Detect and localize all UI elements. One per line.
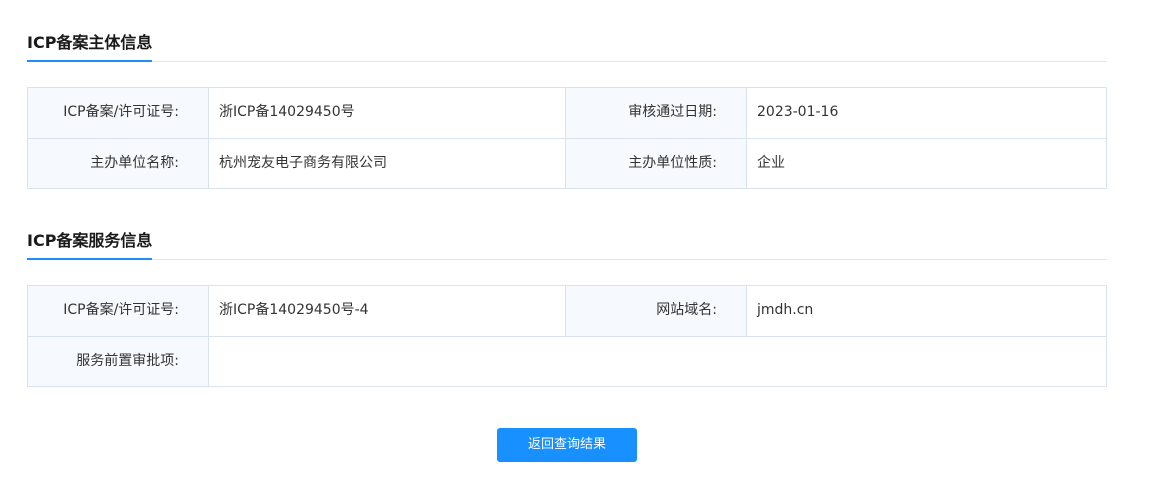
service-info-table: ICP备案/许可证号: 浙ICP备14029450号-4 网站域名: jmdh.… [27, 285, 1107, 387]
license-number-label: ICP备案/许可证号: [28, 88, 209, 138]
table-row: 主办单位名称: 杭州宠友电子商务有限公司 主办单位性质: 企业 [28, 138, 1106, 188]
approval-date-label: 审核通过日期: [566, 88, 747, 138]
service-section: ICP备案服务信息 [27, 225, 1107, 260]
table-row: ICP备案/许可证号: 浙ICP备14029450号 审核通过日期: 2023-… [28, 88, 1106, 138]
website-domain-label: 网站域名: [566, 286, 747, 336]
organizer-type-value: 企业 [757, 155, 785, 171]
pre-approval-label: 服务前置审批项: [28, 337, 209, 386]
subject-section-title: ICP备案主体信息 [27, 33, 153, 62]
website-domain-value: jmdh.cn [757, 302, 814, 318]
subject-section: ICP备案主体信息 [27, 27, 1107, 62]
pre-approval-value [209, 337, 1106, 386]
organizer-type-label: 主办单位性质: [566, 139, 747, 188]
organizer-name-label: 主办单位名称: [28, 139, 209, 188]
service-license-number-label: ICP备案/许可证号: [28, 286, 209, 336]
service-section-title: ICP备案服务信息 [27, 231, 153, 260]
service-section-header: ICP备案服务信息 [27, 225, 1107, 260]
service-license-number-value: 浙ICP备14029450号-4 [209, 286, 566, 336]
approval-date-value: 2023-01-16 [757, 104, 839, 120]
organizer-name-value: 杭州宠友电子商务有限公司 [209, 139, 566, 188]
subject-info-table: ICP备案/许可证号: 浙ICP备14029450号 审核通过日期: 2023-… [27, 87, 1107, 189]
license-number-value: 浙ICP备14029450号 [209, 88, 566, 138]
table-row: 服务前置审批项: [28, 336, 1106, 386]
table-row: ICP备案/许可证号: 浙ICP备14029450号-4 网站域名: jmdh.… [28, 286, 1106, 336]
subject-section-header: ICP备案主体信息 [27, 27, 1107, 62]
return-to-results-button[interactable]: 返回查询结果 [497, 428, 637, 462]
